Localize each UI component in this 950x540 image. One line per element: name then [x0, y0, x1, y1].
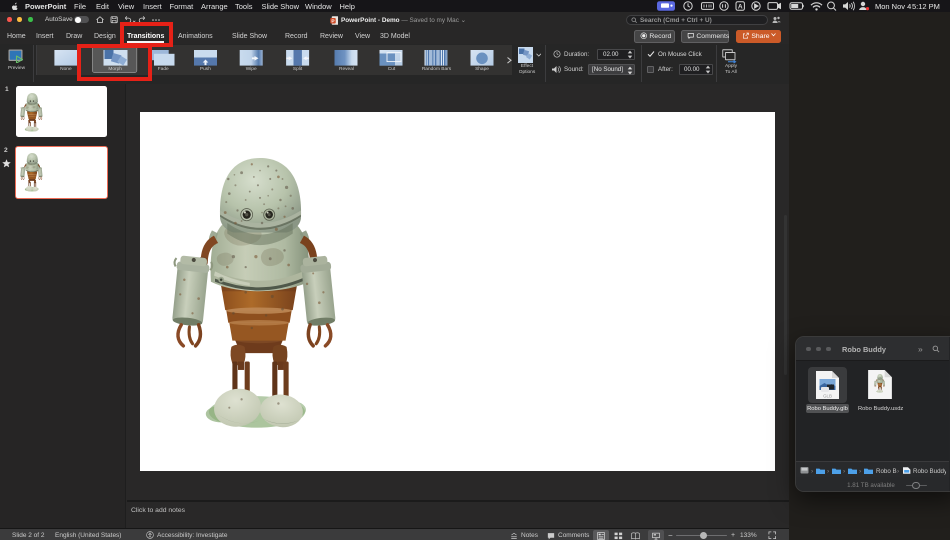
- svg-text:›: ›: [859, 468, 861, 475]
- svg-text:Robo Buddy.glb: Robo Buddy.glb: [913, 468, 946, 475]
- svg-text:›: ›: [811, 468, 813, 475]
- svg-text:A: A: [738, 4, 743, 11]
- svg-text:›: ›: [897, 468, 899, 475]
- svg-text:›: ›: [827, 468, 829, 475]
- svg-text:Robo B: Robo B: [876, 468, 897, 475]
- svg-text:GLB: GLB: [823, 394, 832, 399]
- svg-text:P: P: [331, 18, 334, 24]
- svg-text:›: ›: [843, 468, 845, 475]
